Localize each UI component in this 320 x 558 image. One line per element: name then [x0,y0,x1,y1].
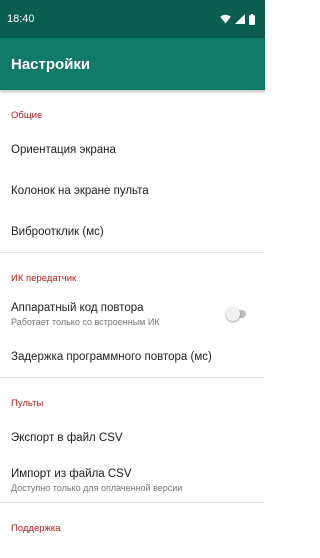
signal-icon [235,14,245,24]
pref-hardware-repeat-code[interactable]: Аппаратный код повтора Работает только с… [0,292,265,336]
pref-title: Ориентация экрана [11,143,116,156]
section-remotes: Пульты Экспорт в файл CSV Импорт из файл… [0,378,265,503]
pref-title: Виброотклик (мс) [11,225,104,238]
pref-software-repeat-delay[interactable]: Задержка программного повтора (мс) [0,336,265,377]
hardware-repeat-toggle[interactable] [226,307,248,321]
pref-export-csv[interactable]: Экспорт в файл CSV [0,417,265,458]
pref-vibration-feedback[interactable]: Виброотклик (мс) [0,211,265,252]
wifi-icon [220,14,231,24]
pref-title: Аппаратный код повтора [11,301,144,314]
battery-icon [249,13,255,25]
pref-text: Аппаратный код повтора Работает только с… [11,302,160,327]
status-bar: 18:40 [0,0,265,38]
pref-remote-columns[interactable]: Колонок на экране пульта [0,170,265,211]
section-ir-transmitter: ИК передатчик Аппаратный код повтора Раб… [0,253,265,378]
pref-text: Импорт из файла CSV Доступно только для … [11,468,182,493]
app-bar: Настройки [0,38,265,90]
toggle-thumb [226,307,240,321]
pref-summary: Работает только со встроенным ИК [11,316,160,327]
settings-list: Общие Ориентация экрана Колонок на экран… [0,90,265,542]
section-general: Общие Ориентация экрана Колонок на экран… [0,90,265,253]
section-header: Поддержка [11,523,61,534]
status-icons [220,13,255,25]
pref-title: Импорт из файла CSV [11,467,132,480]
section-support: Поддержка [0,503,265,542]
status-time: 18:40 [7,13,35,25]
section-header: ИК передатчик [11,273,77,284]
pref-title: Задержка программного повтора (мс) [11,350,212,363]
pref-title: Колонок на экране пульта [11,184,149,197]
page-title: Настройки [11,55,91,73]
section-header: Пульты [11,398,44,409]
pref-screen-orientation[interactable]: Ориентация экрана [0,129,265,170]
pref-title: Экспорт в файл CSV [11,431,123,444]
section-header: Общие [11,110,43,121]
pref-import-csv[interactable]: Импорт из файла CSV Доступно только для … [0,458,265,502]
pref-summary: Доступно только для оплаченной версии [11,482,183,493]
